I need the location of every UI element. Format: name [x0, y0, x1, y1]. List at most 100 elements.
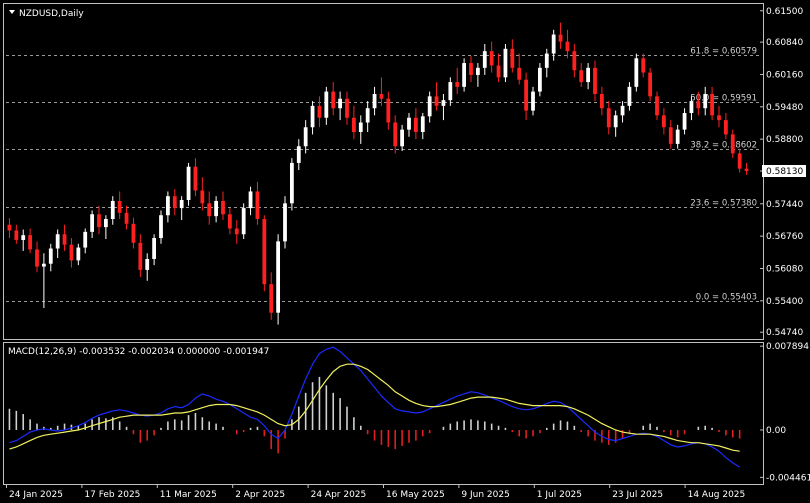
candle-bear [593, 67, 597, 94]
candle-bull [110, 200, 115, 220]
candle-bear [655, 96, 659, 116]
candle-bear [668, 127, 673, 144]
candle-bear [517, 67, 522, 80]
candle-bear [455, 82, 460, 87]
time-tick-label: 14 Aug 2025 [688, 490, 746, 500]
candle-bull [214, 200, 219, 217]
fib-levels: 61.8 = 0.60579 50.0 = 0.59591 38.2 = 0.586… [6, 47, 760, 303]
price-tick-label: 0.60160 [766, 70, 803, 80]
candle-bear [14, 230, 19, 240]
candle-bull [76, 247, 81, 261]
candle-bull [482, 51, 487, 68]
macd-line [9, 346, 741, 468]
candle-bear [413, 117, 418, 133]
candle-bear [730, 134, 735, 154]
time-tick-label: 23 Jul 2025 [612, 490, 663, 500]
macd-tick-label: -0.004461 [766, 473, 810, 483]
candle-bear [234, 228, 239, 235]
price-tick-label: 0.54740 [766, 328, 803, 338]
candle-bear [606, 108, 611, 128]
candle-bear [317, 105, 322, 118]
price-tick-label: 0.56760 [766, 232, 803, 242]
candle-bull [289, 162, 294, 204]
candle-bull [544, 53, 549, 68]
candle-bear [138, 242, 143, 270]
candle-bull [358, 122, 363, 133]
price-tick-label: 0.59480 [766, 103, 803, 113]
candle-bear [558, 34, 563, 42]
candle-bear [510, 48, 515, 68]
candle-bear [737, 153, 742, 169]
price-tick-label: 0.61500 [766, 7, 803, 17]
candle-bull [531, 91, 535, 111]
candle-bear [345, 98, 349, 118]
candle-bull [276, 241, 281, 313]
candle-bear [717, 115, 721, 121]
candle-bull [462, 63, 467, 87]
candle-bear [710, 93, 715, 116]
candle-bear [579, 70, 584, 83]
candle-bear [489, 51, 494, 66]
candle-bear [648, 72, 653, 97]
candle-bull [186, 166, 191, 201]
candle-bull [103, 219, 108, 228]
time-tick-label: 9 Jun 2025 [461, 490, 509, 500]
time-tick-label: 2 Apr 2025 [235, 490, 285, 500]
candle-bear [200, 190, 205, 204]
time-tick-label: 17 Feb 2025 [84, 490, 140, 500]
candle-bull [586, 67, 591, 83]
candle-bull [400, 129, 405, 147]
candle-bear [351, 117, 356, 133]
candle-bear [496, 65, 501, 78]
candle-bull [165, 196, 170, 216]
candle-bull [634, 58, 639, 87]
candle-bull [55, 234, 60, 249]
candle-bull [241, 208, 246, 235]
fib-label: 38.2 = 0.58602 [690, 141, 757, 151]
time-axis: 24 Jan 2025 17 Feb 2025 11 Mar 2025 2 Apr 2… [6, 484, 746, 500]
time-tick-label: 11 Mar 2025 [160, 490, 217, 500]
candle-bear [386, 98, 391, 123]
candle-bull [682, 112, 687, 130]
dropdown-triangle-icon[interactable] [9, 10, 15, 14]
candle-bull [338, 98, 343, 109]
macd-axis: 0.007894 0.00 -0.004461 [760, 342, 810, 483]
candle-bear [28, 235, 33, 250]
candles [7, 22, 749, 325]
candle-bull [324, 91, 329, 118]
price-axis: 0.61500 0.60840 0.60160 0.59480 0.58800 0.574… [760, 7, 806, 338]
candle-bear [565, 41, 570, 52]
candle-bear [744, 168, 749, 171]
candle-bull [675, 129, 680, 144]
candle-bull [48, 248, 53, 264]
candle-bull [179, 200, 184, 209]
time-tick-label: 16 May 2025 [386, 490, 445, 500]
macd-tick-label: 0.00 [766, 426, 786, 436]
fib-label: 50.0 = 0.59591 [690, 94, 757, 104]
candle-bear [97, 214, 101, 228]
candle-bear [696, 101, 701, 109]
candle-bull [152, 238, 157, 259]
candle-bull [503, 48, 508, 78]
candle-bear [69, 244, 74, 261]
candle-bull [310, 105, 315, 128]
candle-bear [524, 79, 529, 111]
candle-bull [145, 258, 150, 270]
macd-label: MACD(12,26,9) -0.003532 -0.002034 0.0000… [8, 347, 269, 357]
time-tick-label: 24 Jan 2025 [9, 490, 63, 500]
macd-indicator [8, 346, 741, 468]
candle-bull [703, 93, 708, 109]
candle-bull [441, 100, 446, 106]
time-tick-label: 1 Jul 2025 [537, 490, 582, 500]
candle-bear [62, 234, 67, 245]
candle-bull [475, 67, 480, 75]
candle-bull [620, 105, 625, 116]
candle-bull [627, 86, 632, 106]
candle-bear [221, 200, 225, 215]
candle-bear [572, 51, 577, 71]
candle-bull [248, 191, 253, 209]
candle-bear [393, 122, 398, 147]
candle-bull [365, 108, 370, 123]
candle-bear [661, 115, 666, 128]
candle-bull [420, 116, 425, 133]
